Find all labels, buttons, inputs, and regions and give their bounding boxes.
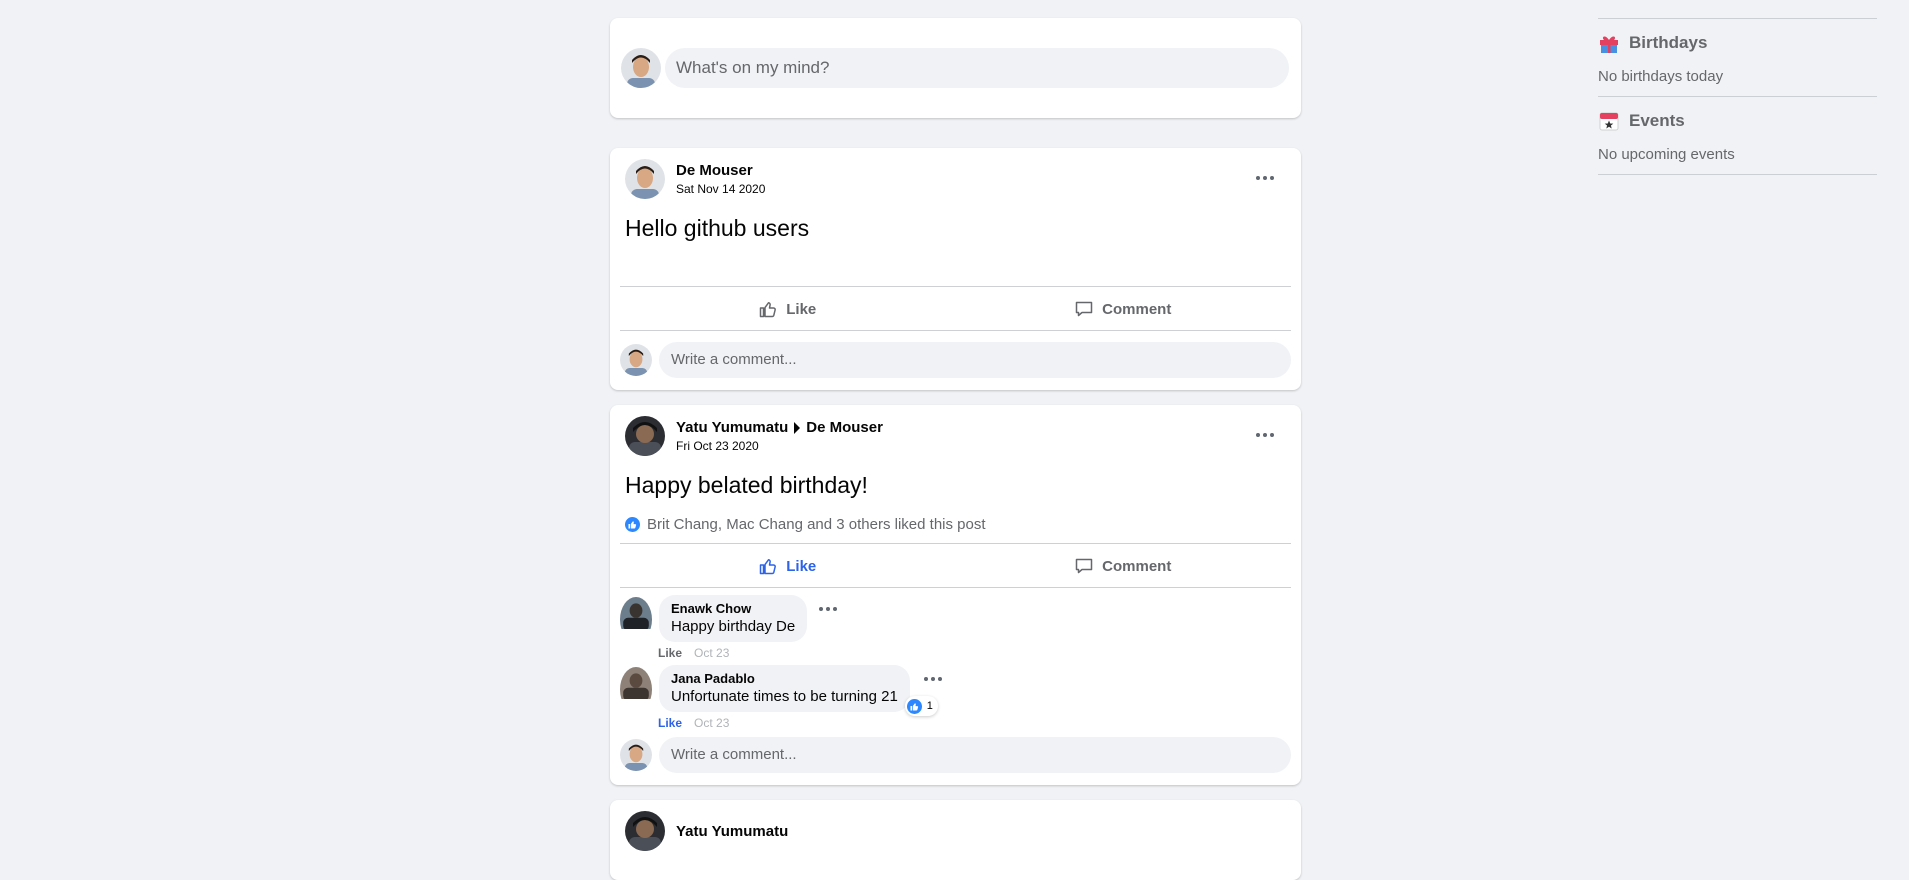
more-icon (923, 677, 942, 681)
comment-options-button[interactable] (819, 607, 838, 642)
author-avatar[interactable] (625, 159, 665, 199)
author-name[interactable]: De Mouser (676, 162, 753, 179)
user-avatar[interactable] (620, 344, 652, 376)
commenter-name[interactable]: Enawk Chow (671, 601, 795, 616)
thumbs-up-icon (759, 302, 777, 318)
birthdays-subtitle: No birthdays today (1598, 68, 1724, 85)
right-sidebar: Birthdays No birthdays today Events No u… (1598, 18, 1877, 175)
comment-reactions[interactable]: 1 (904, 696, 938, 716)
post-actions: Like Comment (620, 545, 1291, 587)
events-section: Events No upcoming events (1598, 97, 1877, 174)
author-name[interactable]: Yatu Yumumatu (676, 419, 788, 436)
target-name[interactable]: De Mouser (806, 419, 883, 436)
comment-icon (1075, 558, 1093, 574)
news-feed: What's on my mind? De Mouser Sat Nov 14 … (610, 18, 1301, 880)
comment-date[interactable]: Oct 23 (694, 716, 729, 730)
post-composer: What's on my mind? (610, 18, 1301, 118)
comment-meta: Like Oct 23 (658, 646, 729, 660)
comment-icon (1075, 301, 1093, 317)
reaction-count: 1 (926, 700, 933, 712)
author-avatar[interactable] (625, 416, 665, 456)
more-icon (819, 607, 838, 611)
events-subtitle: No upcoming events (1598, 146, 1735, 163)
user-avatar[interactable] (620, 739, 652, 771)
comment-item: Jana Padablo Unfortunate times to be tur… (620, 665, 942, 716)
post-options-button[interactable] (1251, 168, 1279, 188)
comment-composer: Write a comment... (620, 342, 1291, 378)
comment-button[interactable]: Comment (956, 288, 1292, 330)
post-options-button[interactable] (1251, 425, 1279, 445)
like-label: Like (786, 300, 817, 318)
commenter-avatar[interactable] (620, 667, 652, 712)
commenter-name[interactable]: Jana Padablo (671, 671, 898, 686)
divider (620, 543, 1291, 544)
divider (620, 330, 1291, 331)
comment-date[interactable]: Oct 23 (694, 646, 729, 660)
post-header: Yatu Yumumatu De Mouser Fri Oct 23 2020 (625, 416, 883, 456)
post-card: Yatu Yumumatu De Mouser Fri Oct 23 2020 … (610, 405, 1301, 785)
comment-text: Unfortunate times to be turning 21 (671, 688, 898, 705)
author-avatar[interactable] (625, 811, 665, 851)
comment-bubble: Enawk Chow Happy birthday De (659, 595, 808, 642)
likes-summary-text: Brit Chang, Mac Chang and 3 others liked… (647, 516, 986, 533)
comment-label: Comment (1102, 557, 1172, 575)
comment-label: Comment (1102, 300, 1172, 318)
birthdays-title[interactable]: Birthdays (1629, 33, 1707, 53)
write-comment-input[interactable]: Write a comment... (659, 342, 1291, 378)
comment-item: Enawk Chow Happy birthday De (620, 595, 838, 642)
post-text: Hello github users (625, 215, 810, 241)
post-card: De Mouser Sat Nov 14 2020 Hello github u… (610, 148, 1301, 390)
more-icon (1256, 433, 1274, 437)
comment-text: Happy birthday De (671, 618, 796, 635)
arrow-right-icon (794, 421, 801, 434)
user-avatar[interactable] (621, 48, 661, 88)
comment-like-button[interactable]: Like (658, 646, 682, 660)
write-comment-input[interactable]: Write a comment... (659, 737, 1291, 773)
like-badge-icon (906, 698, 922, 714)
like-button[interactable]: Like (620, 288, 956, 330)
like-button[interactable]: Like (620, 545, 956, 587)
thumbs-up-icon (759, 559, 777, 575)
likes-summary[interactable]: Brit Chang, Mac Chang and 3 others liked… (625, 516, 986, 533)
comment-like-button[interactable]: Like (658, 716, 682, 730)
commenter-avatar[interactable] (620, 597, 652, 642)
divider (620, 286, 1291, 287)
comment-meta: Like Oct 23 (658, 716, 729, 730)
like-label: Like (786, 557, 817, 575)
author-name[interactable]: Yatu Yumumatu (676, 823, 788, 840)
comment-button[interactable]: Comment (956, 545, 1292, 587)
gift-icon (1600, 36, 1618, 53)
calendar-icon (1599, 112, 1619, 131)
post-header: De Mouser Sat Nov 14 2020 (625, 159, 765, 199)
more-icon (1256, 176, 1274, 180)
post-date[interactable]: Fri Oct 23 2020 (676, 439, 883, 453)
post-actions: Like Comment (620, 288, 1291, 330)
birthdays-section: Birthdays No birthdays today (1598, 19, 1877, 96)
comment-composer: Write a comment... (620, 737, 1291, 773)
post-date[interactable]: Sat Nov 14 2020 (676, 182, 765, 196)
post-card: Yatu Yumumatu (610, 800, 1301, 880)
whats-on-your-mind-input[interactable]: What's on my mind? (665, 48, 1289, 88)
post-text: Happy belated birthday! (625, 472, 868, 498)
comment-bubble: Jana Padablo Unfortunate times to be tur… (659, 665, 938, 716)
divider (620, 587, 1291, 588)
divider (1598, 174, 1877, 175)
like-badge-icon (625, 517, 640, 532)
events-title[interactable]: Events (1629, 111, 1685, 131)
post-header: Yatu Yumumatu (625, 811, 788, 851)
